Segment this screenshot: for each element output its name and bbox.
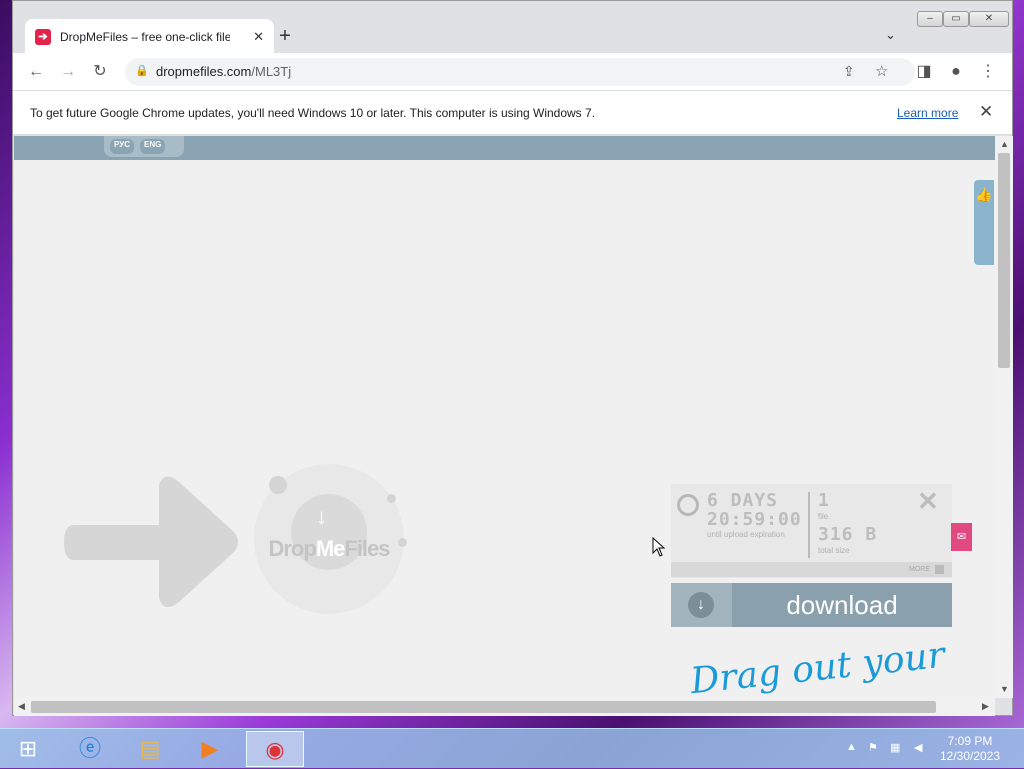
vertical-scrollbar[interactable]: ▲ ▼ — [995, 136, 1013, 698]
drag-out-handwriting: Drag out your — [688, 634, 947, 698]
address-bar[interactable]: 🔒 dropmefiles.com/ML3Tj ⇪ ☆ — [125, 58, 915, 86]
menu-kebab-icon[interactable]: ⋮ — [977, 61, 999, 83]
back-button[interactable]: ← — [25, 61, 47, 83]
close-window-button[interactable]: ✕ — [969, 11, 1009, 27]
windows-taskbar: ⊞ ⓔ ▤ ▶ ◉ ▲ ⚑ ▦ ◀ 7:09 PM 12/30/2023 — [0, 728, 1024, 768]
scroll-left-icon[interactable]: ◀ — [18, 701, 25, 712]
logo-down-arrow-icon: ↓ — [316, 504, 327, 529]
decor-dot — [398, 538, 407, 547]
logo-text: DropMeFiles — [268, 536, 390, 561]
share-icon[interactable]: ⇪ — [843, 63, 855, 80]
lang-ru-button[interactable]: РУС — [110, 139, 134, 154]
download-arrow-icon: ↓ — [688, 592, 714, 618]
size-caption: total size — [818, 546, 850, 555]
chat-icon[interactable]: ✉ — [951, 523, 972, 551]
mouse-cursor-icon — [652, 537, 666, 557]
panel-divider — [808, 492, 810, 558]
file-count: 1 — [818, 490, 830, 511]
download-icon-box: ↓ — [671, 583, 732, 627]
total-size: 316 B — [818, 524, 878, 545]
side-panel-icon[interactable]: ◨ — [913, 61, 935, 83]
file-explorer-icon[interactable]: ▤ — [122, 731, 178, 767]
network-icon[interactable]: ▦ — [890, 741, 900, 754]
file-caption: file — [818, 512, 829, 521]
infobar-message: To get future Google Chrome updates, you… — [30, 106, 596, 120]
new-tab-button[interactable]: + — [275, 25, 295, 47]
download-label: download — [786, 590, 898, 620]
clock-date: 12/30/2023 — [940, 749, 1001, 763]
minimize-button[interactable]: – — [917, 11, 943, 27]
learn-more-link[interactable]: Learn more — [897, 106, 958, 120]
url-text: dropmefiles.com/ML3Tj — [156, 64, 292, 79]
chrome-taskbar-icon[interactable]: ◉ — [246, 731, 304, 767]
more-button[interactable]: MORE — [671, 562, 952, 577]
media-player-icon[interactable]: ▶ — [182, 731, 238, 767]
time-remaining: 20:59:00 — [707, 509, 802, 530]
file-info-panel: 6 DAYS 20:59:00 until upload expiration … — [671, 484, 952, 578]
like-thumbs-up-icon[interactable]: 👍 — [974, 180, 994, 265]
lang-en-button[interactable]: ENG — [139, 139, 166, 154]
browser-toolbar: ← → ↻ 🔒 dropmefiles.com/ML3Tj ⇪ ☆ ◨ ● ⋮ — [13, 53, 1012, 91]
scroll-down-icon[interactable]: ▼ — [1000, 684, 1009, 694]
clock-time: 7:09 PM — [947, 734, 993, 748]
lock-icon: 🔒 — [135, 65, 149, 77]
scroll-right-icon[interactable]: ▶ — [982, 701, 989, 712]
horizontal-scrollbar[interactable]: ◀ ▶ — [14, 698, 995, 716]
bookmark-star-icon[interactable]: ☆ — [875, 62, 888, 80]
reload-button[interactable]: ↻ — [89, 61, 111, 83]
tab-close-icon[interactable]: ✕ — [253, 29, 264, 45]
clock-icon — [677, 494, 699, 516]
system-tray: ▲ ⚑ ▦ ◀ 7:09 PM 12/30/2023 — [840, 729, 1024, 769]
active-tab[interactable]: ➔ DropMeFiles – free one-click file ✕ — [25, 19, 274, 54]
decor-dot — [387, 494, 396, 503]
tab-search-chevron-icon[interactable]: ⌄ — [885, 27, 896, 43]
dropmefiles-favicon-icon: ➔ — [35, 28, 51, 45]
internet-explorer-icon[interactable]: ⓔ — [62, 731, 118, 767]
vertical-scroll-thumb[interactable] — [998, 153, 1010, 368]
forward-button[interactable]: → — [57, 61, 79, 83]
days-remaining: 6 DAYS — [707, 490, 779, 511]
update-infobar: To get future Google Chrome updates, you… — [13, 91, 1012, 135]
time-caption: until upload expiration — [707, 530, 785, 539]
maximize-button[interactable]: ▭ — [943, 11, 969, 27]
scroll-up-icon[interactable]: ▲ — [1000, 139, 1009, 149]
tab-title: DropMeFiles – free one-click file — [60, 29, 230, 44]
horizontal-scroll-thumb[interactable] — [31, 701, 936, 713]
browser-window: ➔ DropMeFiles – free one-click file ✕ + … — [12, 0, 1013, 716]
start-windows-icon[interactable]: ⊞ — [0, 731, 56, 767]
more-plus-icon — [935, 565, 944, 574]
tray-clock[interactable]: 7:09 PM 12/30/2023 — [940, 734, 1000, 764]
action-center-icon[interactable]: ⚑ — [868, 741, 878, 754]
volume-muted-icon[interactable]: ◀ — [914, 741, 922, 754]
language-switcher: РУС ENG — [104, 136, 184, 157]
infobar-close-icon[interactable]: ✕ — [979, 102, 993, 122]
big-arrow-icon — [64, 476, 238, 608]
decor-dot — [269, 476, 287, 494]
page-header-bar: РУС ENG — [14, 136, 995, 160]
profile-avatar-icon[interactable]: ● — [945, 61, 967, 83]
panel-close-icon[interactable]: ✕ — [917, 486, 939, 517]
download-button[interactable]: ↓ download — [671, 583, 952, 627]
tray-expand-icon[interactable]: ▲ — [846, 741, 857, 753]
tab-strip: ➔ DropMeFiles – free one-click file ✕ + … — [13, 1, 1012, 54]
page-viewport: РУС ENG 👍 ↓ DropMeFiles 6 DAYS 20:59:00 … — [14, 136, 995, 698]
